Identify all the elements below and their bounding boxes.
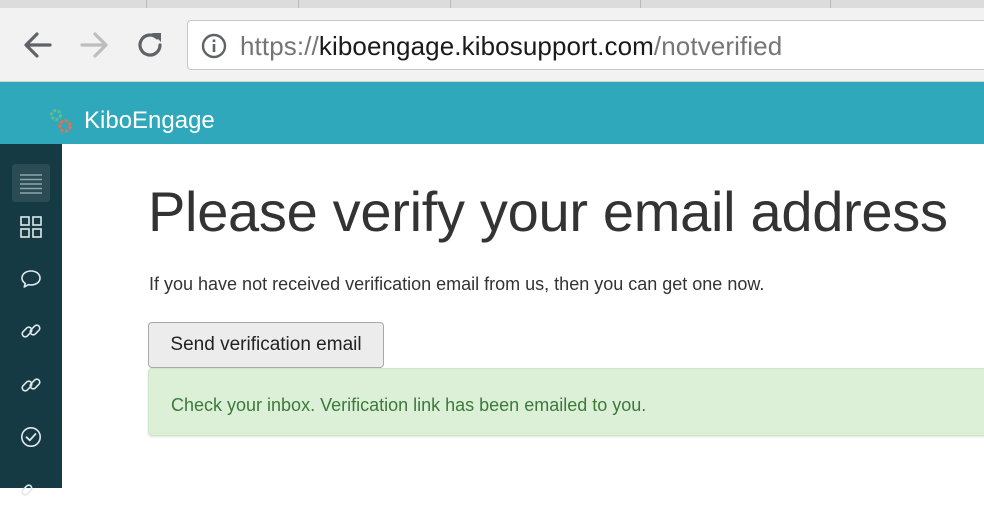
grid-icon [20,216,42,238]
check-circle-icon [21,427,41,447]
sidebar-item-links[interactable] [12,312,50,350]
sidebar-item-tasks[interactable] [12,418,50,456]
reload-button[interactable] [130,25,170,65]
app-header: KiboEngage [0,82,984,144]
url-path: /notverified [653,31,783,61]
url-host: kiboengage.kibosupport.com [318,31,654,61]
info-icon[interactable] [200,32,228,60]
arrow-right-icon [80,32,108,58]
browser-tab[interactable] [146,0,299,8]
main-content: Please verify your email address If you … [62,144,984,488]
browser-tab[interactable] [298,0,451,8]
sidebar-item-dashboard[interactable] [12,208,50,246]
kibo-logo-icon [50,109,72,133]
address-bar[interactable]: https://kiboengage.kibosupport.com/notve… [187,20,984,70]
success-alert-text: Check your inbox. Verification link has … [171,395,647,415]
page-title: Please verify your email address [148,180,948,243]
url-text[interactable]: https://kiboengage.kibosupport.com/notve… [240,30,782,62]
sidebar-item-chat[interactable] [12,260,50,298]
link-icon [21,378,41,392]
link-icon [21,324,41,338]
chat-bubble-icon [21,270,41,288]
tab-strip [0,0,984,8]
sidebar-item-links-2[interactable] [12,366,50,404]
success-alert: Check your inbox. Verification link has … [148,368,984,436]
link-icon [21,484,33,496]
back-button[interactable] [18,25,58,65]
sidebar [0,144,62,496]
browser-toolbar: https://kiboengage.kibosupport.com/notve… [0,0,984,82]
sidebar-item-links-3[interactable] [12,470,50,508]
hamburger-menu-icon [20,174,42,194]
browser-tab[interactable] [450,0,641,8]
browser-tab[interactable] [830,0,984,8]
reload-icon [138,33,162,57]
arrow-left-icon [24,32,52,58]
send-verification-email-button[interactable]: Send verification email [148,322,384,368]
forward-button[interactable] [74,25,114,65]
url-scheme: https:// [240,31,319,61]
browser-tab[interactable] [640,0,831,8]
app-name[interactable]: KiboEngage [84,106,215,136]
sidebar-menu-toggle[interactable] [12,164,50,202]
page-description: If you have not received verification em… [149,274,765,294]
